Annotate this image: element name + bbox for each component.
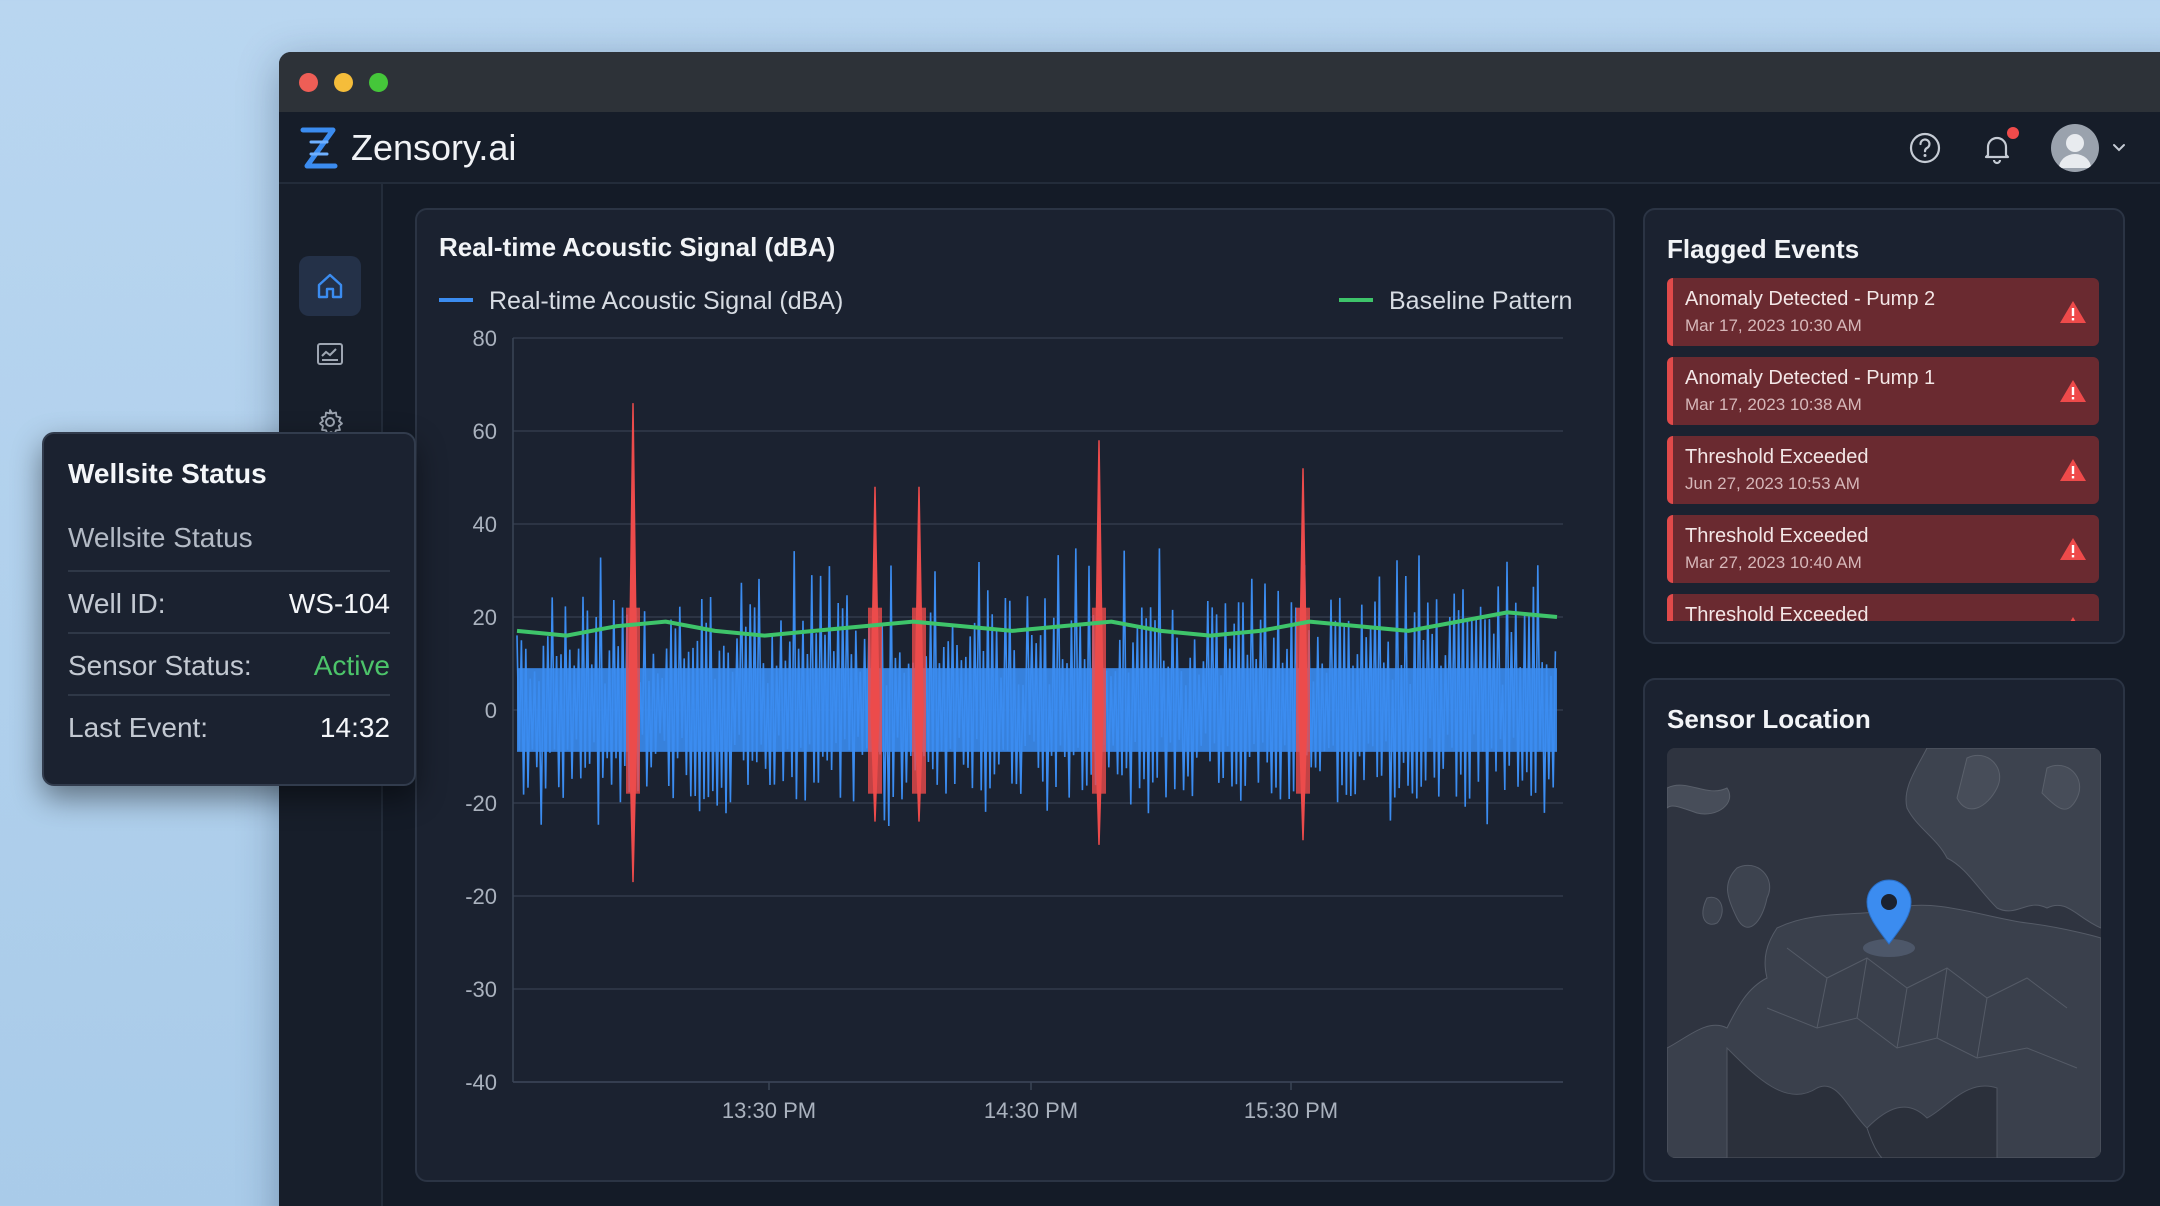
event-title: Threshold Exceeded bbox=[1685, 446, 1869, 468]
x-tick-label: 14:30 PM bbox=[984, 1098, 1078, 1123]
y-tick-label: 40 bbox=[473, 512, 497, 537]
warning-icon bbox=[2060, 380, 2086, 402]
wellsite-status-card: Wellsite Status Wellsite Status Well ID:… bbox=[42, 432, 416, 786]
status-subtitle: Wellsite Status bbox=[68, 522, 253, 553]
chart-doc-icon bbox=[317, 343, 343, 365]
event-title: Anomaly Detected - Pump 2 bbox=[1685, 288, 1936, 310]
event-title: Anomaly Detected - Pump 1 bbox=[1685, 367, 1936, 389]
avatar[interactable] bbox=[2051, 124, 2099, 172]
sidebar-item-reports[interactable] bbox=[299, 324, 361, 384]
y-tick-label: -30 bbox=[465, 977, 497, 1002]
warning-icon bbox=[2060, 538, 2086, 560]
brand-name: Zensory.ai bbox=[351, 127, 517, 168]
anomaly-burst bbox=[626, 607, 640, 794]
y-tick-label: -20 bbox=[465, 884, 497, 909]
anomaly-burst bbox=[1296, 607, 1310, 794]
event-date: Mar 17, 2023 10:38 AM bbox=[1685, 395, 1862, 414]
event-title: Threshold Exceeded bbox=[1685, 525, 1869, 547]
home-icon bbox=[317, 273, 343, 299]
legend-label-signal: Real-time Acoustic Signal (dBA) bbox=[489, 287, 843, 315]
window-titlebar bbox=[279, 52, 2160, 112]
sensor-location-panel: Sensor Location bbox=[1643, 678, 2125, 1182]
map-title: Sensor Location bbox=[1667, 704, 1871, 734]
anomaly-burst bbox=[912, 607, 926, 794]
anomaly-burst bbox=[868, 607, 882, 794]
event-item[interactable]: Anomaly Detected - Pump 2 Mar 17, 2023 10… bbox=[1667, 278, 2099, 346]
maximize-window-button[interactable] bbox=[369, 73, 388, 92]
sensor-status-label: Sensor Status: bbox=[68, 650, 252, 681]
minimize-window-button[interactable] bbox=[334, 73, 353, 92]
acoustic-signal-chart: Real-time Acoustic Signal (dBA) Baseline … bbox=[439, 287, 1572, 1123]
well-id-label: Well ID: bbox=[68, 588, 166, 619]
baseline-line bbox=[516, 610, 1558, 638]
sensor-status-value: Active bbox=[313, 650, 390, 681]
status-row-sensor-status: Sensor Status: Active bbox=[68, 632, 390, 694]
y-tick-label: 80 bbox=[473, 326, 497, 351]
event-item[interactable]: Threshold Exceeded Mar 27, 2023 10:40 AM bbox=[1667, 515, 2099, 583]
close-window-button[interactable] bbox=[299, 73, 318, 92]
event-date: Mar 27, 2023 10:40 AM bbox=[1685, 553, 1862, 572]
well-id-value: WS-104 bbox=[288, 588, 390, 619]
notification-badge bbox=[2007, 127, 2019, 139]
event-item[interactable]: Threshold Exceeded Jun 27, 2023 10:53 AM bbox=[1667, 436, 2099, 504]
warning-icon bbox=[2060, 459, 2086, 481]
y-tick-label: -20 bbox=[465, 791, 497, 816]
y-tick-label: 60 bbox=[473, 419, 497, 444]
chevron-down-icon[interactable] bbox=[2109, 138, 2129, 158]
event-item[interactable]: Anomaly Detected - Pump 1 Mar 17, 2023 10… bbox=[1667, 357, 2099, 425]
help-icon[interactable] bbox=[1907, 130, 1943, 166]
warning-icon bbox=[2060, 301, 2086, 323]
status-row-well-id: Well ID: WS-104 bbox=[68, 570, 390, 632]
last-event-value: 14:32 bbox=[319, 712, 390, 743]
zensory-logo-icon bbox=[300, 127, 338, 169]
app-header: Zensory.ai bbox=[279, 112, 2160, 184]
status-title: Wellsite Status bbox=[68, 458, 267, 489]
sidebar-item-home[interactable] bbox=[299, 256, 361, 316]
y-tick-label: 0 bbox=[485, 698, 497, 723]
flagged-events-panel: Flagged Events Anomaly Detected - Pump 2… bbox=[1643, 208, 2125, 644]
x-tick-label: 15:30 PM bbox=[1244, 1098, 1338, 1123]
last-event-label: Last Event: bbox=[68, 712, 209, 743]
legend-label-baseline: Baseline Pattern bbox=[1389, 287, 1572, 315]
y-tick-label: -40 bbox=[465, 1070, 497, 1095]
y-tick-label: 20 bbox=[473, 605, 497, 630]
event-date: Mar 17, 2023 10:30 AM bbox=[1685, 316, 1862, 335]
event-date: Jun 27, 2023 10:53 AM bbox=[1685, 474, 1860, 493]
acoustic-chart-panel: Real-time Acoustic Signal (dBA) Real-tim… bbox=[415, 208, 1615, 1182]
x-tick-label: 13:30 PM bbox=[722, 1098, 816, 1123]
sensor-map[interactable] bbox=[1667, 748, 2101, 1158]
status-row-last-event: Last Event: 14:32 bbox=[68, 694, 390, 756]
app-window: Zensory.ai Real-time Acoustic Signal (dB… bbox=[279, 52, 2160, 1206]
events-title: Flagged Events bbox=[1667, 234, 1860, 264]
anomaly-burst bbox=[1092, 607, 1106, 794]
